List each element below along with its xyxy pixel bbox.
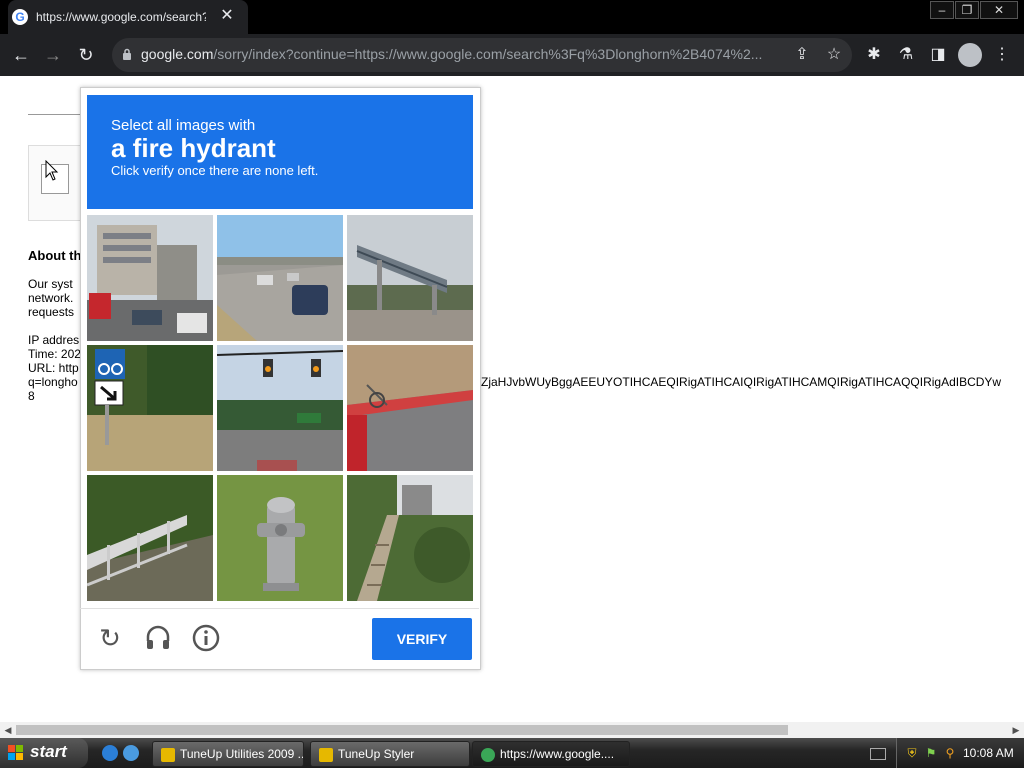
tile-red-curb-road[interactable]	[347, 345, 473, 471]
page-line: Our syst	[28, 277, 73, 291]
minimize-button[interactable]: –	[930, 1, 954, 19]
side-panel-icon[interactable]: ◨	[927, 44, 949, 66]
url-text[interactable]: google.com/sorry/index?continue=https://…	[141, 46, 781, 62]
taskbar-button-label: TuneUp Utilities 2009 ...	[180, 747, 304, 761]
extensions-puzzle-icon[interactable]: ✱	[863, 44, 885, 66]
security-shield-icon[interactable]: ⛨	[905, 746, 919, 760]
scroll-left-arrow-icon[interactable]: ◀	[0, 722, 16, 738]
tile-fire-hydrant[interactable]	[217, 475, 343, 601]
restore-button[interactable]: ❐	[955, 1, 979, 19]
audio-challenge-icon[interactable]	[143, 623, 173, 653]
tile-railing-grass[interactable]	[87, 475, 213, 601]
back-arrow-icon[interactable]: ←	[8, 42, 34, 68]
search-tray-icon[interactable]: ⚲	[943, 746, 957, 760]
challenge-footer-divider	[80, 608, 479, 609]
challenge-instruction: Select all images with	[111, 117, 256, 134]
page-line: network.	[28, 291, 74, 305]
url-path: /sorry/index?continue=https://www.google…	[213, 46, 763, 62]
about-heading: About th	[28, 248, 82, 263]
bookmark-star-icon[interactable]: ☆	[823, 44, 845, 66]
tuneup-icon	[161, 747, 175, 762]
tile-garden-stairs[interactable]	[347, 475, 473, 601]
tile-street-buildings[interactable]	[87, 215, 213, 341]
taskbar-button-label: https://www.google....	[500, 747, 615, 761]
profile-avatar-icon[interactable]	[958, 43, 982, 67]
challenge-target: a fire hydrant	[111, 133, 276, 163]
tuneup-styler-icon	[319, 747, 333, 762]
windows-flag-icon	[8, 745, 24, 761]
google-favicon-icon: G	[12, 9, 28, 25]
verify-button[interactable]: VERIFY	[372, 618, 472, 660]
page-line: Time: 202	[28, 347, 81, 361]
url-host: google.com	[141, 46, 214, 62]
tab-close-icon[interactable]: ✕	[218, 7, 236, 25]
close-window-button[interactable]: ✕	[980, 1, 1018, 19]
taskbar-button-tuneup-styler[interactable]: TuneUp Styler	[310, 741, 470, 767]
taskbar-button-label: TuneUp Styler	[338, 747, 415, 761]
more-menu-icon[interactable]: ⋮	[991, 44, 1013, 66]
lock-icon[interactable]	[122, 48, 132, 60]
reload-icon[interactable]: ↻	[73, 42, 99, 68]
page-line: 8	[28, 389, 35, 403]
tile-highway-traffic[interactable]	[217, 215, 343, 341]
network-icon[interactable]: ⚑	[924, 746, 938, 760]
ie-quicklaunch-icon[interactable]	[102, 745, 118, 761]
tile-pedestrian-bridge[interactable]	[347, 215, 473, 341]
url-tail-text: ZjaHJvbWUyBggAEEUYOTIHCAEQIRigATIHCAIQIR…	[481, 375, 1002, 389]
share-icon[interactable]: ⇪	[791, 44, 813, 66]
start-label: start	[30, 742, 67, 761]
tile-traffic-lights[interactable]	[217, 345, 343, 471]
page-line: requests	[28, 305, 75, 319]
labs-flask-icon[interactable]: ⚗	[895, 44, 917, 66]
taskbar-button-chrome[interactable]: https://www.google....	[472, 741, 630, 767]
ie-quicklaunch-icon-2[interactable]	[123, 745, 139, 761]
taskbar-button-tuneup-utilities[interactable]: TuneUp Utilities 2009 ...	[152, 741, 304, 767]
keyboard-icon[interactable]	[870, 748, 886, 760]
tile-bike-sign[interactable]	[87, 345, 213, 471]
page-line: URL: http	[28, 361, 79, 375]
info-icon[interactable]	[191, 623, 221, 653]
page-line: IP addres	[28, 333, 80, 347]
forward-arrow-icon[interactable]: →	[40, 42, 66, 68]
reload-challenge-icon[interactable]: ↻	[95, 623, 125, 653]
tab-title: https://www.google.com/search?q=	[36, 10, 206, 24]
scroll-right-arrow-icon[interactable]: ▶	[1008, 722, 1024, 738]
challenge-subtext: Click verify once there are none left.	[111, 163, 319, 178]
page-divider	[28, 114, 80, 115]
page-line: q=longho	[28, 375, 78, 389]
mouse-cursor-icon	[45, 159, 59, 187]
taskbar-clock: 10:08 AM	[963, 746, 1014, 760]
scrollbar-thumb[interactable]	[16, 725, 788, 735]
chrome-icon	[481, 747, 495, 762]
